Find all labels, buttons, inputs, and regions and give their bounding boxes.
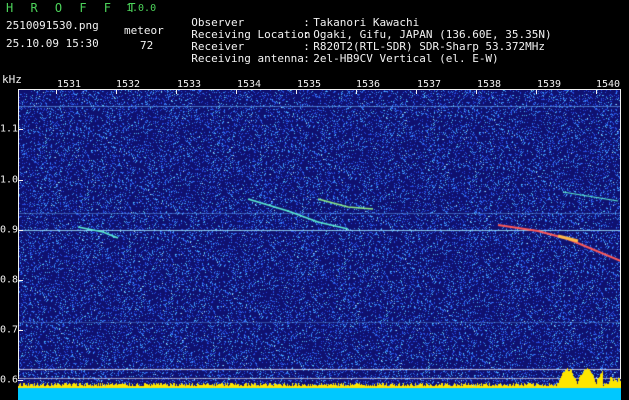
y-tick-label: 1.1 (0, 123, 19, 135)
info-value: 2el-HB9CV Vertical (el. E-W) (313, 52, 499, 65)
info-sep: : (303, 52, 310, 65)
app-title: H R O F F T (6, 1, 141, 15)
y-tick-label: 0.9 (0, 224, 19, 236)
x-tick-label: 1531 (56, 79, 82, 90)
y-tick-label: 0.7 (0, 324, 19, 336)
info-row-antenna: Receiving antenna: 2el-HB9CV Vertical (el… (178, 41, 499, 65)
plot-frame-left (18, 89, 19, 379)
x-tick-label: 1535 (296, 79, 322, 90)
x-tick-mark (536, 89, 537, 94)
x-tick-label: 1539 (536, 79, 562, 90)
app-version: 1.0.0 (126, 3, 157, 14)
y-tick-mark (18, 330, 23, 331)
y-tick-label: 1.0 (0, 174, 19, 186)
y-tick-mark (18, 230, 23, 231)
x-tick-mark (176, 89, 177, 94)
y-tick-mark (18, 129, 23, 130)
x-tick-mark (296, 89, 297, 94)
x-tick-label: 1538 (476, 79, 502, 90)
x-tick-mark (416, 89, 417, 94)
x-tick-mark (356, 89, 357, 94)
x-tick-label: 1537 (416, 79, 442, 90)
x-tick-label: 1534 (236, 79, 262, 90)
file-name: 2510091530.png (6, 19, 99, 32)
meteor-label: meteor (124, 24, 164, 37)
y-tick-mark (18, 280, 23, 281)
x-tick-label: 1536 (355, 79, 381, 90)
x-tick-mark (476, 89, 477, 94)
y-axis-unit: kHz (2, 73, 22, 86)
x-tick-label: 1540 (595, 79, 621, 90)
x-tick-label: 1533 (176, 79, 202, 90)
y-tick-mark (18, 380, 23, 381)
info-key: Receiving antenna (191, 52, 304, 65)
x-tick-mark (596, 89, 597, 94)
x-tick-mark (236, 89, 237, 94)
y-tick-label: 0.6 (0, 374, 19, 386)
x-tick-label: 1532 (115, 79, 141, 90)
spectrogram (18, 89, 621, 400)
y-tick-label: 0.8 (0, 274, 19, 286)
y-tick-mark (18, 180, 23, 181)
x-tick-mark (116, 89, 117, 94)
plot-frame-right (620, 89, 621, 379)
spectrogram-canvas (18, 89, 621, 400)
meteor-count: 72 (140, 39, 154, 52)
x-tick-mark (56, 89, 57, 94)
timestamp: 25.10.09 15:30 (6, 37, 99, 50)
